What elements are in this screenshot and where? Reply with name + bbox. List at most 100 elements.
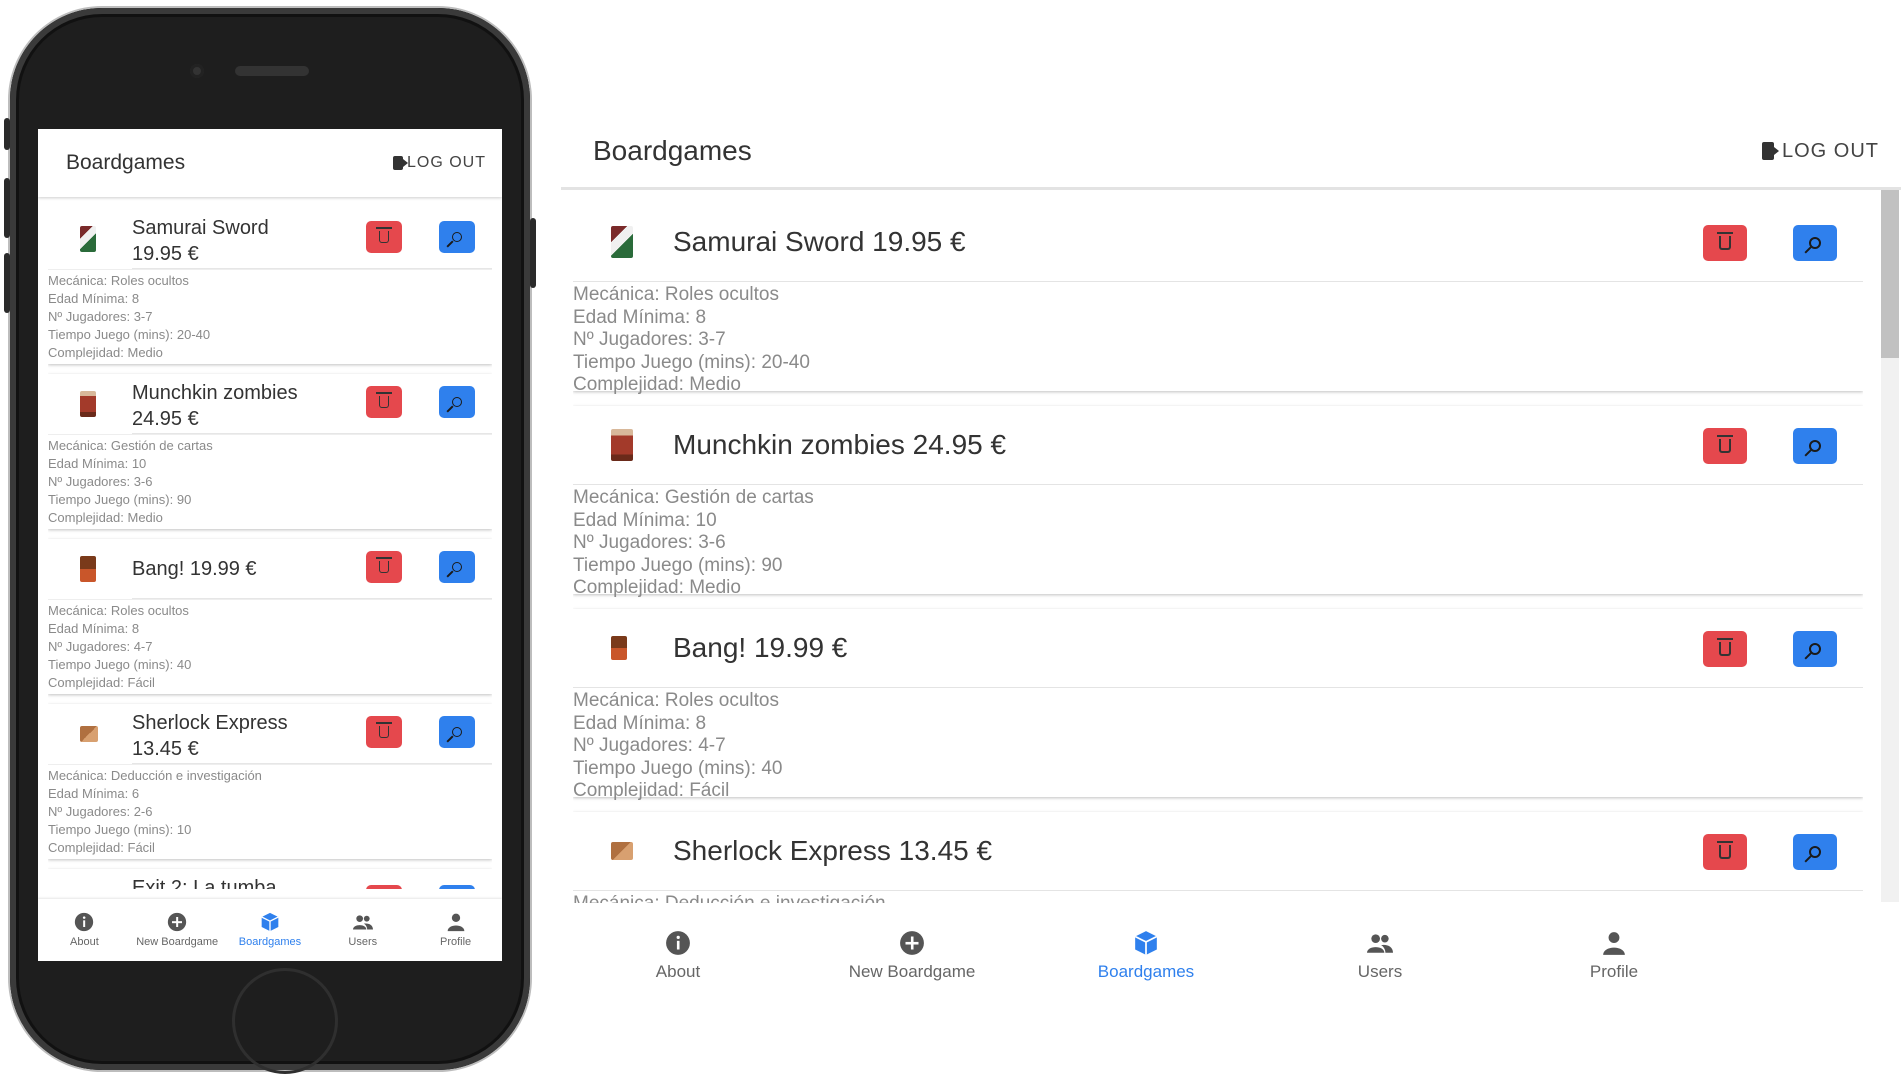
person-icon — [447, 913, 464, 932]
desktop-app: Boardgames LOG OUT Samurai Sword 19.95 €… — [561, 115, 1901, 1080]
logout-button[interactable]: LOG OUT — [1761, 139, 1879, 163]
mechanic-label: Mecánica: — [48, 438, 108, 453]
players-value: 4-7 — [698, 735, 726, 756]
boardgame-card: Sherlock Express 13.45 € Mecánica: Deduc… — [573, 812, 1863, 903]
add-circle-icon — [168, 912, 187, 932]
nav-new-boardgame[interactable]: New Boardgame — [795, 903, 1029, 1008]
search-icon — [1809, 440, 1821, 452]
delete-button[interactable] — [1703, 631, 1747, 667]
game-title: Munchkin zombies 24.95 € — [132, 380, 332, 432]
trash-icon — [1717, 435, 1733, 453]
nav-profile[interactable]: Profile — [1497, 903, 1731, 1008]
edit-button[interactable] — [439, 885, 475, 889]
scrollbar-thumb[interactable] — [1881, 190, 1899, 358]
page-title: Boardgames — [593, 135, 752, 166]
search-icon — [452, 562, 462, 572]
boardgame-card: Munchkin zombies 24.95 € Mecánica: Gesti… — [48, 374, 492, 529]
nav-about[interactable]: About — [561, 903, 795, 1008]
nav-about[interactable]: About — [38, 899, 131, 961]
players-label: Nº Jugadores: — [573, 532, 693, 553]
edit-button[interactable] — [1793, 428, 1837, 464]
edit-button[interactable] — [1793, 225, 1837, 261]
players-label: Nº Jugadores: — [48, 639, 131, 654]
min-age-value: 8 — [131, 621, 140, 636]
time-label: Tiempo Juego (mins): — [48, 327, 174, 342]
delete-button[interactable] — [1703, 225, 1747, 261]
sherlock-express-box-icon — [611, 842, 633, 860]
game-title: Samurai Sword 19.95 € — [673, 226, 966, 257]
nav-users[interactable]: Users — [1263, 903, 1497, 1008]
edit-button[interactable] — [1793, 631, 1837, 667]
edit-button[interactable] — [439, 386, 475, 418]
complexity-value: Fácil — [127, 840, 155, 855]
mechanic-value: Roles ocultos — [664, 690, 779, 711]
trash-icon — [376, 227, 392, 243]
nav-profile[interactable]: Profile — [409, 899, 502, 961]
time-label: Tiempo Juego (mins): — [573, 757, 757, 779]
phone-screen: Boardgames LOG OUT Samurai Sword 19.95 € — [38, 129, 502, 961]
game-title: Munchkin zombies 24.95 € — [673, 429, 1007, 460]
boardgame-card: Bang! 19.99 € Mecánica: Roles ocultos Ed… — [573, 609, 1863, 801]
bang-box-icon — [611, 636, 627, 660]
complexity-label: Complejidad: — [48, 510, 124, 525]
phone-mute-switch — [4, 118, 10, 150]
list-scrollbar[interactable] — [1881, 190, 1899, 902]
game-details: Mecánica: Gestión de cartas Edad Mínima:… — [48, 434, 492, 527]
nav-boardgames[interactable]: Boardgames — [224, 899, 317, 961]
phone-volume-up — [4, 178, 10, 238]
game-details: Mecánica: Roles ocultos Edad Mínima: 8 N… — [573, 281, 1863, 397]
search-icon — [452, 232, 462, 242]
delete-button[interactable] — [1703, 428, 1747, 464]
nav-boardgames[interactable]: Boardgames — [1029, 903, 1263, 1008]
edit-button[interactable] — [439, 221, 475, 253]
min-age-value: 8 — [131, 291, 140, 306]
nav-label: About — [655, 961, 701, 981]
add-circle-icon — [900, 930, 924, 955]
complexity-value: Fácil — [689, 780, 730, 801]
boardgame-card: Samurai Sword 19.95 € Mecánica: Roles oc… — [48, 209, 492, 364]
nav-users[interactable]: Users — [316, 899, 409, 961]
min-age-label: Edad Mínima: — [573, 306, 691, 328]
munchkin-zombies-box-icon — [80, 391, 96, 417]
nav-new-boardgame[interactable]: New Boardgame — [131, 899, 224, 961]
boardgame-list[interactable]: Samurai Sword 19.95 € Mecánica: Roles oc… — [573, 203, 1863, 903]
complexity-value: Medio — [689, 374, 741, 395]
delete-button[interactable] — [366, 221, 402, 253]
game-name: Exit 2: La tumba — [132, 877, 277, 889]
min-age-label: Edad Mínima: — [48, 456, 129, 471]
time-label: Tiempo Juego (mins): — [573, 554, 757, 576]
edit-button[interactable] — [1793, 834, 1837, 870]
delete-button[interactable] — [366, 551, 402, 583]
bottom-navigation: About New Boardgame Boardgames Users Pro… — [38, 899, 502, 961]
nav-label: Boardgames — [238, 936, 302, 948]
nav-label: New Boardgame — [848, 961, 976, 981]
phone-home-button[interactable] — [232, 968, 338, 1074]
min-age-label: Edad Mínima: — [48, 291, 129, 306]
phone-volume-down — [4, 253, 10, 313]
trash-icon — [1717, 232, 1733, 250]
delete-button[interactable] — [1703, 834, 1747, 870]
players-label: Nº Jugadores: — [48, 804, 131, 819]
trash-icon — [376, 557, 392, 573]
game-name: Munchkin zombies — [132, 382, 298, 404]
logout-icon — [392, 156, 403, 170]
logout-label: LOG OUT — [1781, 139, 1879, 162]
complexity-value: Medio — [127, 345, 163, 360]
mechanic-value: Roles ocultos — [664, 284, 779, 305]
delete-button[interactable] — [366, 716, 402, 748]
game-details: Mecánica: Roles ocultos Edad Mínima: 8 N… — [48, 599, 492, 692]
mechanic-value: Roles ocultos — [110, 603, 189, 618]
logout-button[interactable]: LOG OUT — [392, 154, 486, 172]
delete-button[interactable] — [366, 885, 402, 889]
boardgame-list[interactable]: Samurai Sword 19.95 € Mecánica: Roles oc… — [48, 209, 492, 889]
nav-label: Profile — [1589, 961, 1639, 981]
time-value: 10 — [176, 822, 192, 837]
players-value: 3-7 — [698, 329, 726, 350]
bang-box-icon — [80, 556, 96, 582]
delete-button[interactable] — [366, 386, 402, 418]
edit-button[interactable] — [439, 551, 475, 583]
game-title: Samurai Sword 19.95 € — [132, 215, 332, 267]
game-details: Mecánica: Deducción e investigación Edad… — [48, 764, 492, 857]
edit-button[interactable] — [439, 716, 475, 748]
mechanic-label: Mecánica: — [48, 273, 108, 288]
